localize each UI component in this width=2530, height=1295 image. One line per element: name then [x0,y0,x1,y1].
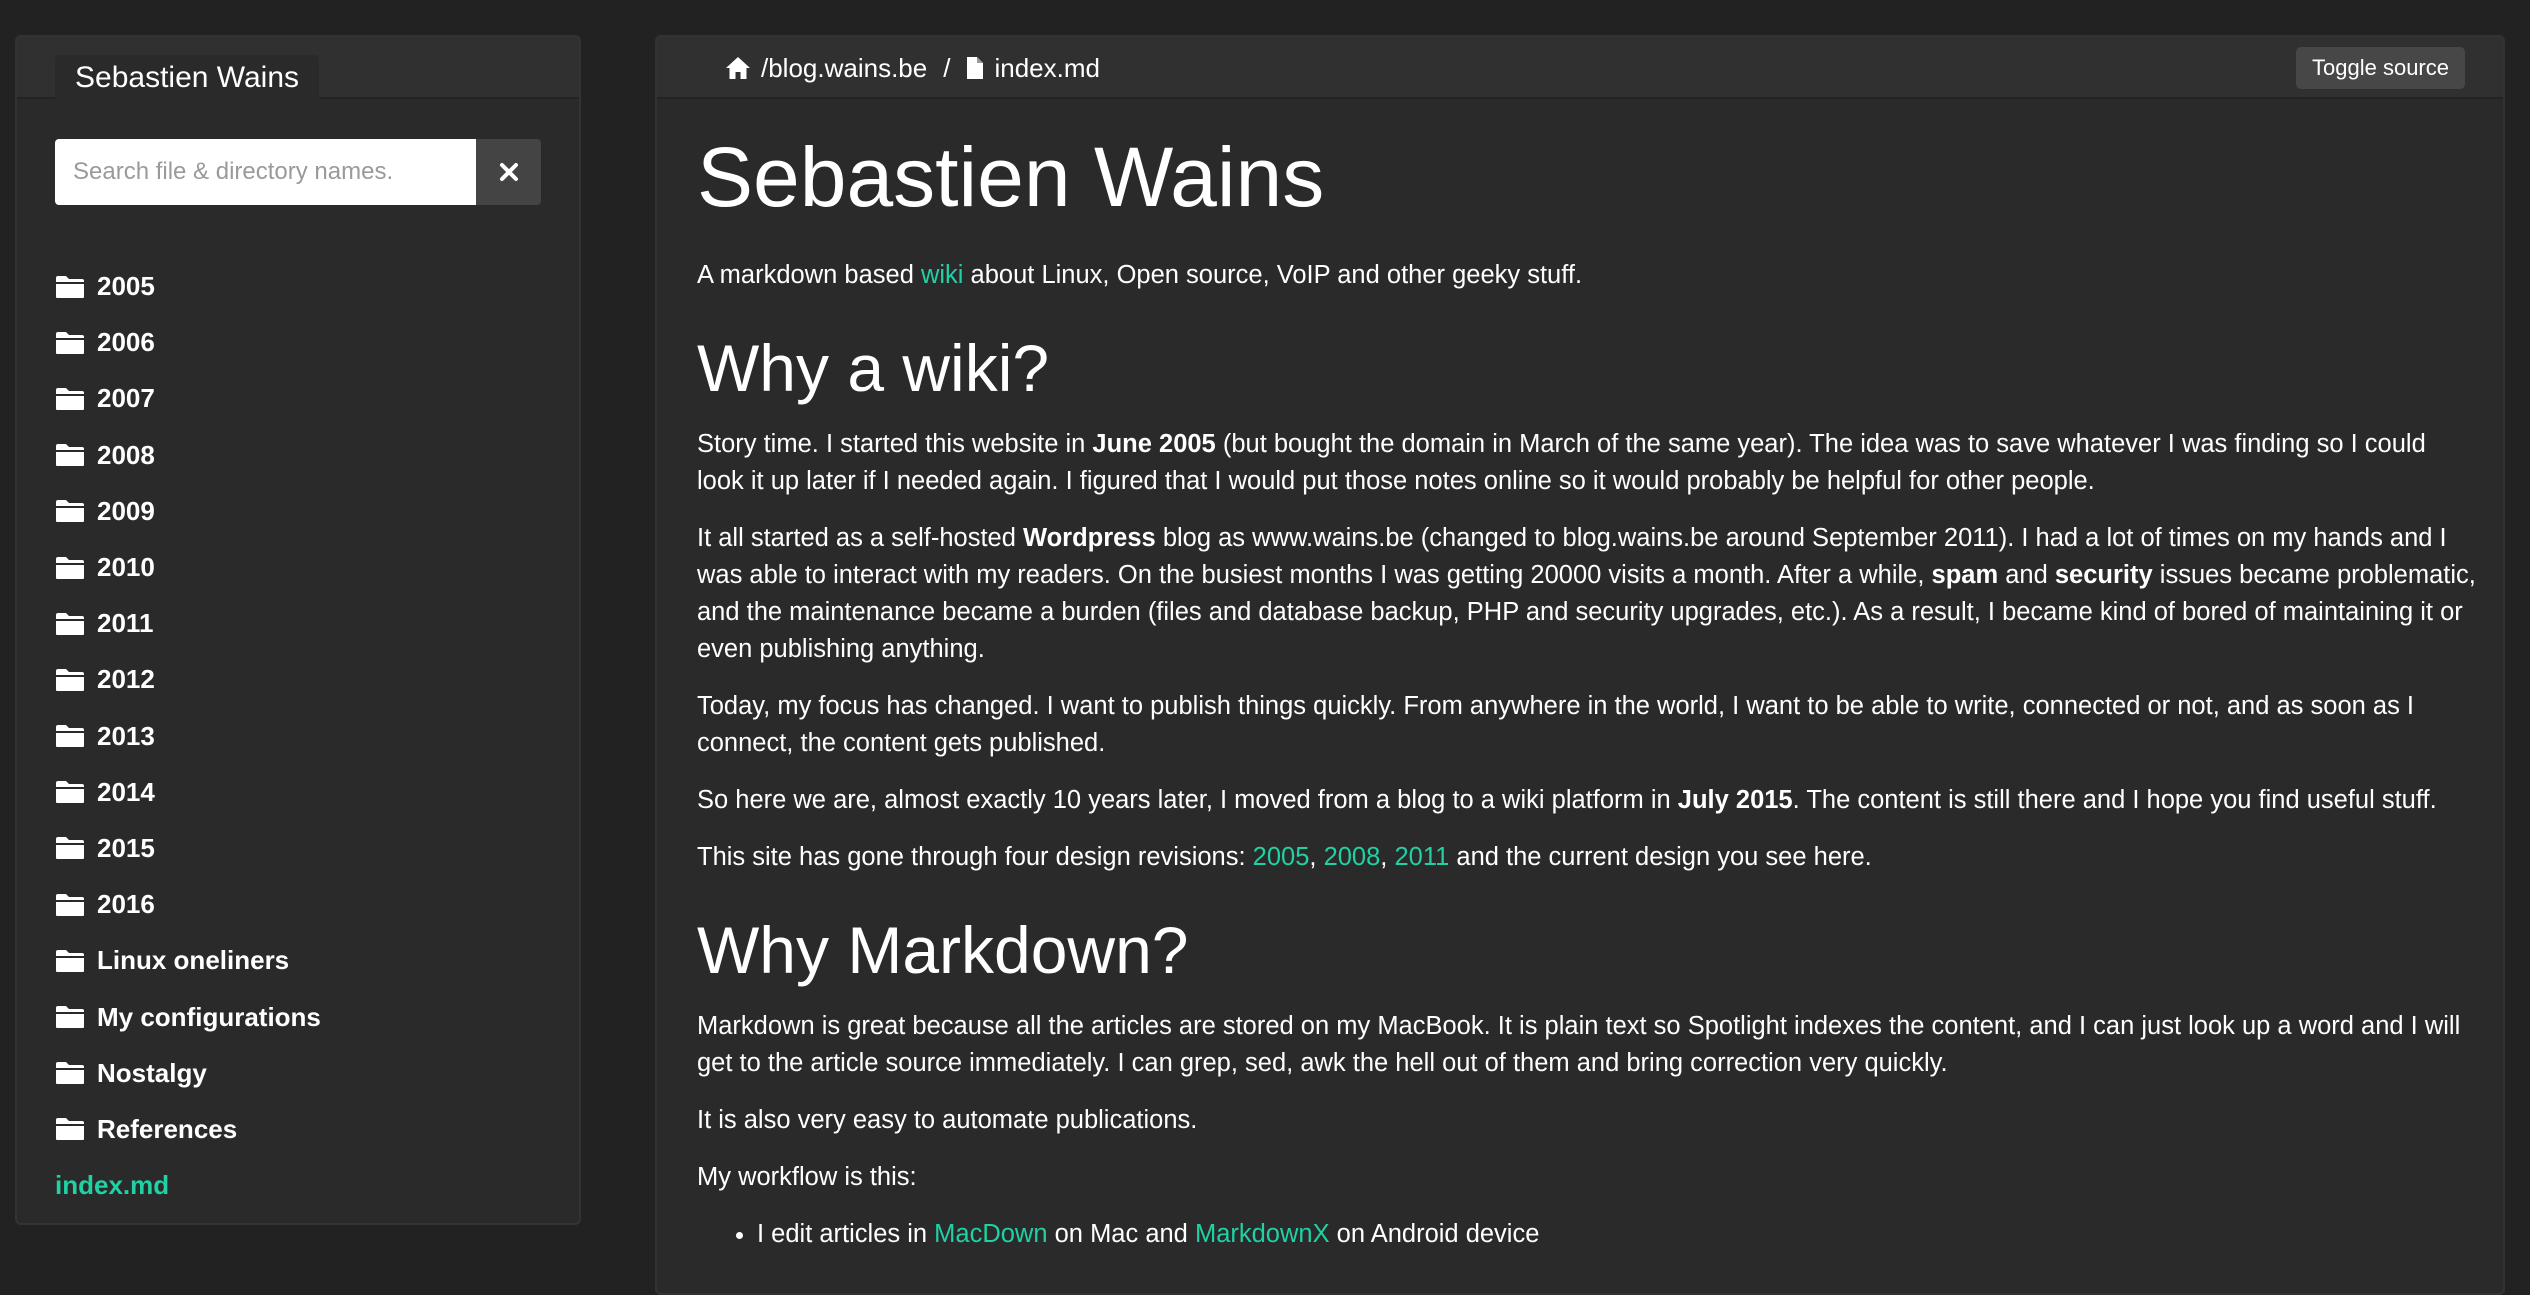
search-input[interactable] [55,139,476,205]
heading-why-wiki: Why a wiki? [697,331,1050,405]
file-tree: 2005 2006 2007 2008 2009 2010 2011 2012 2013 2014… [55,259,321,1214]
list-item: I edit articles in MacDown on Mac and Ma… [757,1216,2477,1253]
site-title-tab[interactable]: Sebastien Wains [55,55,320,101]
tree-folder-item[interactable]: 2016 [55,876,321,933]
folder-icon [56,781,84,804]
folder-icon [56,387,84,410]
clear-search-button[interactable] [476,139,541,205]
folder-icon [56,893,84,916]
paragraph-revisions: This site has gone through four design r… [697,843,1872,871]
search-bar [55,139,541,205]
macdown-link[interactable]: MacDown [934,1220,1047,1248]
wiki-link[interactable]: wiki [921,261,964,289]
tree-folder-item[interactable]: 2006 [55,314,321,371]
paragraph-markdown: Markdown is great because all the articl… [697,1012,2461,1077]
folder-icon [56,668,84,691]
paragraph-story: Story time. I started this website in Ju… [697,430,2426,495]
paragraph-wordpress: It all started as a self-hosted Wordpres… [697,524,2476,663]
breadcrumb-file: index.md [994,52,1100,83]
tree-folder-item[interactable]: 2010 [55,539,321,596]
tree-file-item[interactable]: index.md [55,1157,321,1214]
paragraph-today: Today, my focus has changed. I want to p… [697,692,2414,757]
folder-icon [56,725,84,748]
home-icon[interactable] [725,56,751,80]
tree-item-label: 2014 [97,776,155,807]
markdownx-link[interactable]: MarkdownX [1195,1220,1330,1248]
folder-icon [56,1006,84,1029]
design-2005-link[interactable]: 2005 [1253,843,1310,871]
tree-item-label: index.md [55,1170,170,1201]
paragraph-workflow: My workflow is this: [697,1163,917,1191]
workflow-list: I edit articles in MacDown on Mac and Ma… [697,1216,2477,1253]
file-icon [966,56,984,80]
tree-item-label: 2012 [97,664,155,695]
tree-item-label: 2013 [97,720,155,751]
tree-folder-item[interactable]: 2015 [55,820,321,877]
folder-icon [56,949,84,972]
tree-item-label: 2015 [97,832,155,863]
folder-icon [56,612,84,635]
toggle-source-button[interactable]: Toggle source [2296,47,2465,89]
tree-item-label: 2009 [97,495,155,526]
tree-folder-item[interactable]: 2005 [55,258,321,315]
design-2011-link[interactable]: 2011 [1394,843,1449,871]
tree-item-label: 2010 [97,552,155,583]
folder-icon [56,1118,84,1141]
tree-item-label: 2008 [97,439,155,470]
heading-why-markdown: Why Markdown? [697,913,1189,987]
tree-item-label: 2006 [97,327,155,358]
folder-icon [56,331,84,354]
folder-icon [56,500,84,523]
folder-icon [56,1062,84,1085]
tree-folder-item[interactable]: 2008 [55,427,321,484]
close-icon [499,163,518,181]
design-2008-link[interactable]: 2008 [1324,843,1381,871]
folder-icon [56,444,84,467]
breadcrumb: /blog.wains.be / index.md [725,37,1100,99]
tree-folder-item[interactable]: 2014 [55,764,321,821]
folder-icon [56,837,84,860]
tree-folder-item[interactable]: Linux oneliners [55,932,321,989]
tree-folder-item[interactable]: References [55,1101,321,1158]
paragraph-automate: It is also very easy to automate publica… [697,1106,1198,1134]
folder-icon [56,275,84,298]
tree-folder-item[interactable]: 2013 [55,708,321,765]
tree-item-label: 2016 [97,889,155,920]
article-title: Sebastien Wains [697,130,1325,224]
tree-item-label: Nostalgy [97,1057,207,1088]
intro-paragraph: A markdown based wiki about Linux, Open … [697,261,1583,289]
sidebar-header: Sebastien Wains [17,37,579,101]
tree-folder-item[interactable]: 2007 [55,370,321,427]
tree-item-label: 2005 [97,271,155,302]
tree-item-label: Linux oneliners [97,945,290,976]
folder-icon [56,556,84,579]
paragraph-migration: So here we are, almost exactly 10 years … [697,786,2437,814]
tree-folder-item[interactable]: 2011 [55,595,321,652]
tree-folder-item[interactable]: 2012 [55,651,321,708]
breadcrumb-separator: / [943,52,951,83]
article-content: Sebastien Wains A markdown based wiki ab… [697,99,2477,1253]
tree-folder-item[interactable]: Nostalgy [55,1045,321,1102]
breadcrumb-path[interactable]: /blog.wains.be [761,53,927,84]
tree-item-label: References [97,1113,238,1144]
tree-item-label: 2011 [97,608,154,639]
tree-folder-item[interactable]: 2009 [55,483,321,540]
sidebar: Sebastien Wains 2005 2006 2007 2008 2009 2010… [15,35,581,1225]
tree-item-label: 2007 [97,383,155,414]
tree-item-label: My configurations [97,1001,321,1032]
main-panel: /blog.wains.be / index.md Toggle source … [655,35,2505,1295]
tree-folder-item[interactable]: My configurations [55,988,321,1045]
top-bar: /blog.wains.be / index.md Toggle source [657,37,2503,99]
